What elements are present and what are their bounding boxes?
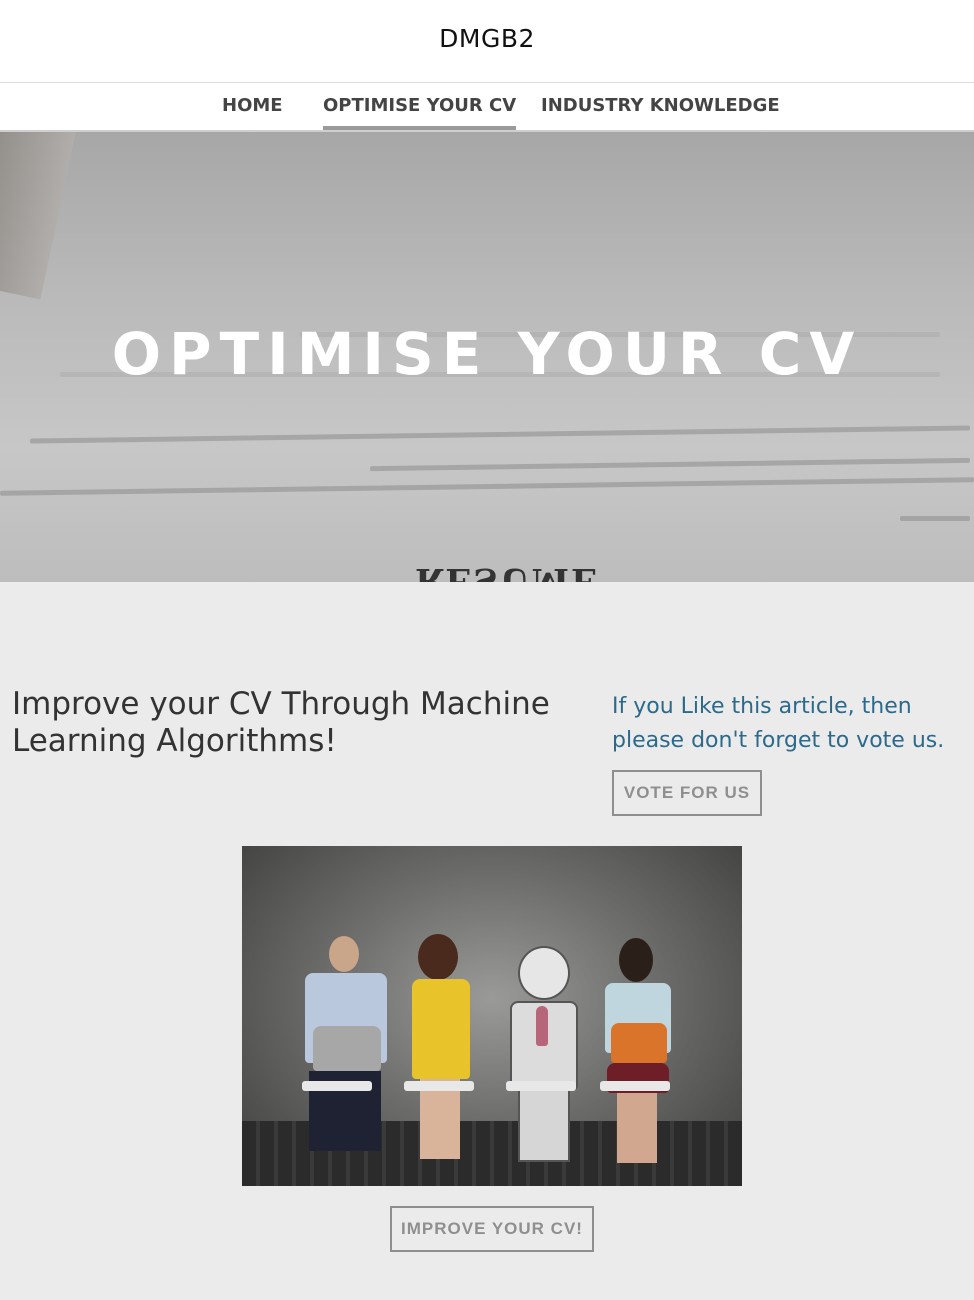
hero-banner: OPTIMISE YOUR CV RESUME [0,132,974,582]
hero-text-line [30,425,970,444]
article-heading: Improve your CV Through Machine Learning… [12,686,550,759]
nav-item-industry-knowledge[interactable]: INDUSTRY KNOWLEDGE [541,95,780,116]
hero-paper-corner [0,132,78,300]
vote-for-us-button[interactable]: VOTE FOR US [612,770,762,816]
image-chair [404,1081,474,1091]
article-image [242,846,742,1186]
image-chair [600,1081,670,1091]
hero-text-line [0,477,974,496]
site-title[interactable]: DMGB2 [0,24,974,53]
main-nav: HOME OPTIMISE YOUR CV INDUSTRY KNOWLEDGE [0,83,974,132]
hero-text-line [369,457,971,472]
nav-item-home[interactable]: HOME [222,95,283,116]
improve-your-cv-button[interactable]: IMPROVE YOUR CV! [390,1206,594,1252]
hero-title: OPTIMISE YOUR CV [111,320,863,388]
image-chair [302,1081,372,1091]
vote-prompt: If you Like this article, then please do… [612,694,945,753]
hero-text-line [900,516,970,521]
image-chair [506,1081,576,1091]
nav-item-optimise-your-cv[interactable]: OPTIMISE YOUR CV [323,95,517,130]
site-header: DMGB2 [0,0,974,83]
hero-resume-word: RESUME [415,560,599,582]
